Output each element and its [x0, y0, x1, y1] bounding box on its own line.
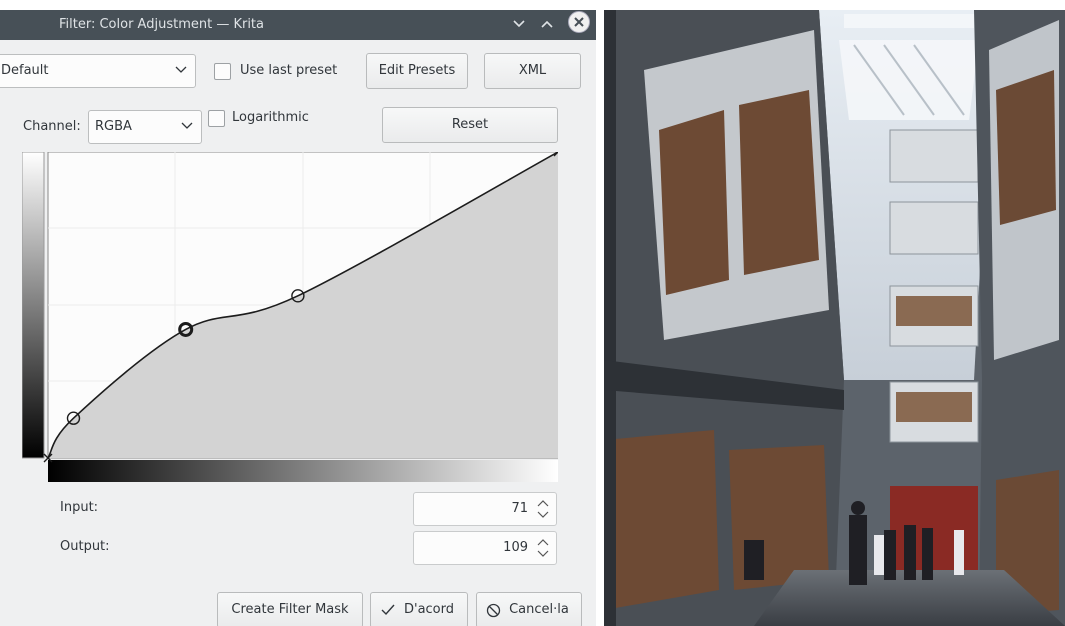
chevron-down-icon	[181, 122, 193, 129]
curve-editor[interactable]	[22, 152, 558, 483]
output-spinbox[interactable]: 109	[413, 531, 557, 565]
create-filter-mask-button[interactable]: Create Filter Mask	[217, 592, 363, 626]
minimize-icon[interactable]	[512, 17, 530, 35]
window-title: Filter: Color Adjustment — Krita	[59, 17, 264, 32]
spin-arrows-icon[interactable]	[536, 536, 550, 560]
input-spinbox[interactable]: 71	[413, 492, 557, 526]
ok-button[interactable]: D'acord	[370, 592, 468, 626]
use-last-preset-label: Use last preset	[240, 63, 338, 78]
output-gradient-bar	[22, 152, 45, 459]
preset-select-value: Default	[1, 63, 49, 78]
input-value: 71	[511, 501, 528, 516]
reset-button[interactable]: Reset	[382, 107, 558, 143]
color-adjustment-dialog: Filter: Color Adjustment — Krita Default…	[0, 0, 596, 626]
channel-select-value: RGBA	[95, 119, 132, 134]
close-icon	[574, 17, 584, 27]
edit-presets-button[interactable]: Edit Presets	[366, 53, 468, 89]
maximize-icon[interactable]	[540, 17, 558, 35]
cancel-icon	[486, 603, 501, 618]
channel-label: Channel:	[23, 119, 81, 134]
cancel-button[interactable]: Cancel·la	[476, 592, 582, 626]
logarithmic-checkbox[interactable]	[208, 110, 225, 127]
image-preview	[604, 10, 1065, 626]
output-label: Output:	[60, 539, 110, 554]
output-value: 109	[503, 540, 528, 555]
xml-button[interactable]: XML	[484, 53, 581, 89]
use-last-preset-checkbox[interactable]	[214, 63, 231, 80]
logarithmic-label: Logarithmic	[232, 110, 309, 125]
chevron-down-icon	[175, 66, 187, 73]
input-label: Input:	[60, 500, 99, 515]
title-bar[interactable]: Filter: Color Adjustment — Krita	[0, 0, 596, 40]
input-gradient-bar	[48, 460, 558, 482]
close-button[interactable]	[568, 11, 590, 33]
check-icon	[381, 604, 395, 616]
spin-arrows-icon[interactable]	[536, 497, 550, 521]
preset-select[interactable]: Default	[0, 54, 196, 88]
channel-select[interactable]: RGBA	[88, 110, 202, 144]
ok-button-label: D'acord	[403, 602, 455, 617]
cancel-button-label: Cancel·la	[509, 602, 569, 617]
